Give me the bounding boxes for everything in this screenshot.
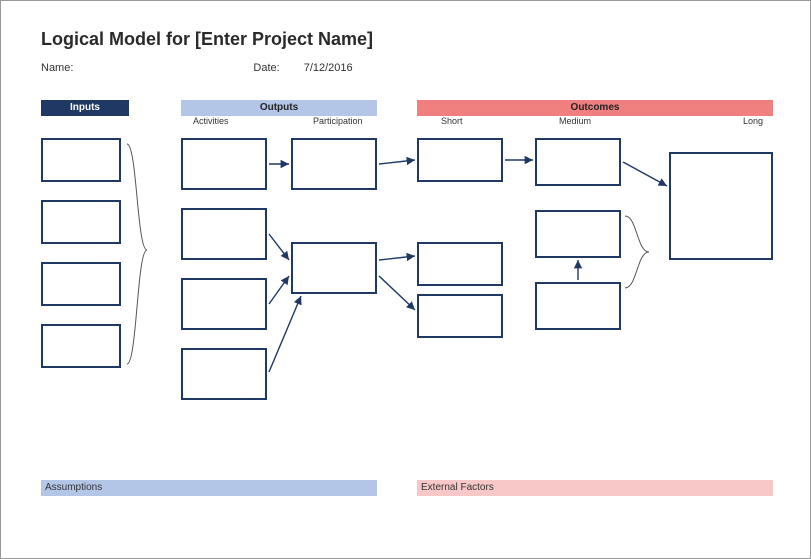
header-outputs: Outputs [181, 100, 377, 116]
page-title: Logical Model for [Enter Project Name] [41, 29, 770, 50]
short-outcome-box[interactable] [417, 294, 503, 338]
medium-outcome-box[interactable] [535, 282, 621, 330]
section-headers: Inputs Outputs Outcomes Activities Parti… [41, 100, 770, 132]
input-box[interactable] [41, 324, 121, 368]
diagram-canvas [41, 132, 770, 472]
header-outcomes: Outcomes [417, 100, 773, 116]
arrows-layer [41, 132, 773, 472]
input-box[interactable] [41, 262, 121, 306]
short-outcome-box[interactable] [417, 242, 503, 286]
medium-outcome-box[interactable] [535, 210, 621, 258]
subheader-medium: Medium [559, 116, 591, 126]
name-label: Name: [41, 62, 73, 74]
short-outcome-box[interactable] [417, 138, 503, 182]
activity-box[interactable] [181, 208, 267, 260]
long-outcome-box[interactable] [669, 152, 773, 260]
subheader-activities: Activities [193, 116, 229, 126]
activity-box[interactable] [181, 278, 267, 330]
date-value: 7/12/2016 [304, 62, 353, 74]
subheader-participation: Participation [313, 116, 363, 126]
footer-bands: Assumptions External Factors [41, 480, 770, 498]
activity-box[interactable] [181, 348, 267, 400]
participation-box[interactable] [291, 138, 377, 190]
header-inputs: Inputs [41, 100, 129, 116]
input-box[interactable] [41, 200, 121, 244]
subheader-short: Short [441, 116, 463, 126]
footer-assumptions: Assumptions [41, 480, 377, 496]
date-label: Date: [253, 62, 279, 74]
subheader-long: Long [743, 116, 763, 126]
input-box[interactable] [41, 138, 121, 182]
medium-outcome-box[interactable] [535, 138, 621, 186]
footer-external-factors: External Factors [417, 480, 773, 496]
activity-box[interactable] [181, 138, 267, 190]
participation-box[interactable] [291, 242, 377, 294]
meta-row: Name: Date: 7/12/2016 [41, 62, 770, 74]
